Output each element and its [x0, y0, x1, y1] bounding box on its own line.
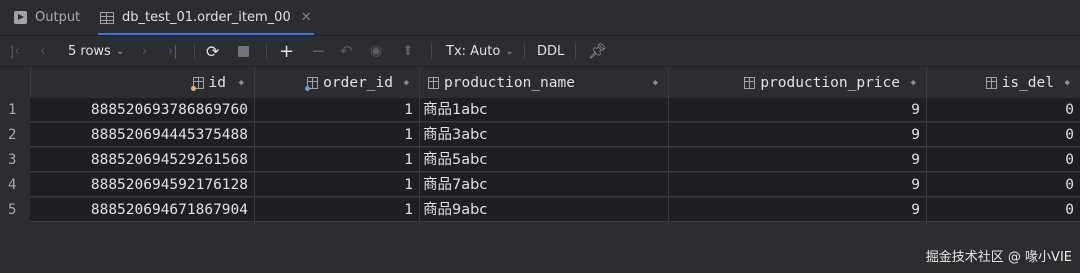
column-header-label: production_name	[444, 74, 575, 91]
cell-is-del[interactable]: 0	[927, 173, 1080, 197]
watermark-text: 掘金技术社区 @ 喙小VIE	[925, 250, 1072, 265]
cell-production-name[interactable]: 商品1abc	[420, 98, 669, 122]
first-page-icon[interactable]: |‹	[10, 36, 20, 66]
cell-id[interactable]: 888520694445375488	[30, 123, 255, 147]
chevron-down-icon: ⌄	[505, 45, 514, 57]
editor-tab-bar: Output db_test_01.order_item_00 ✕	[0, 0, 1080, 36]
row-number: 1	[8, 102, 17, 118]
cell-production-name[interactable]: 商品9abc	[420, 198, 669, 222]
cell-is-del[interactable]: 0	[927, 123, 1080, 147]
close-tab-icon[interactable]: ✕	[301, 10, 312, 25]
ddl-button[interactable]: DDL	[537, 36, 564, 66]
column-header-production-price[interactable]: production_price ◆	[669, 67, 927, 98]
column-icon	[428, 76, 439, 89]
result-toolbar: |‹ ‹ 5 rows ⌄ › ›| ⟳ + − ↶ ◉ ⬆ Tx: Auto …	[0, 36, 1080, 67]
cell-order-id[interactable]: 1	[255, 98, 420, 122]
row-number: 5	[8, 202, 17, 218]
column-icon	[744, 76, 756, 89]
indexed-column-icon	[305, 76, 319, 91]
column-header-id[interactable]: id ◆	[30, 67, 255, 98]
toolbar-separator	[266, 43, 267, 59]
table-icon	[100, 11, 114, 24]
refresh-icon[interactable]: ⟳	[206, 36, 219, 66]
cell-production-name[interactable]: 商品5abc	[420, 148, 669, 172]
sort-icon[interactable]: ◆	[653, 78, 658, 88]
stop-icon[interactable]	[238, 36, 249, 66]
column-header-label: production_price	[760, 74, 900, 91]
cell-production-price[interactable]: 9	[669, 123, 927, 147]
row-number: 2	[8, 127, 17, 143]
column-header-order-id[interactable]: order_id ◆	[255, 67, 420, 98]
cell-is-del[interactable]: 0	[927, 198, 1080, 222]
chevron-down-icon: ⌄	[115, 45, 125, 57]
next-page-icon[interactable]: ›	[142, 36, 147, 66]
table-row[interactable]: 5 888520694671867904 1 商品9abc 9 0	[0, 198, 1080, 223]
column-header-label: order_id	[323, 74, 393, 91]
cell-production-name[interactable]: 商品7abc	[420, 173, 669, 197]
cell-id[interactable]: 888520694529261568	[30, 148, 255, 172]
rows-count-dropdown[interactable]: 5 rows ⌄	[68, 36, 124, 66]
toolbar-separator	[575, 43, 576, 59]
row-number-header	[0, 67, 31, 98]
cell-production-price[interactable]: 9	[669, 173, 927, 197]
tab-table-label: db_test_01.order_item_00	[122, 10, 291, 25]
cell-order-id[interactable]: 1	[255, 173, 420, 197]
toolbar-separator	[431, 43, 432, 59]
column-header-production-name[interactable]: production_name ◆	[420, 67, 669, 98]
add-row-icon[interactable]: +	[279, 36, 294, 66]
sort-icon[interactable]: ◆	[911, 78, 916, 88]
cell-id[interactable]: 888520694592176128	[30, 173, 255, 197]
primary-key-column-icon	[190, 76, 204, 91]
transaction-mode-label: Tx: Auto	[446, 43, 501, 59]
tab-table-order-item[interactable]: db_test_01.order_item_00 ✕	[92, 0, 320, 35]
tab-output-label: Output	[35, 10, 81, 25]
cell-production-price[interactable]: 9	[669, 98, 927, 122]
table-row[interactable]: 3 888520694529261568 1 商品5abc 9 0	[0, 148, 1080, 173]
sort-icon[interactable]: ◆	[1065, 78, 1070, 88]
delete-row-icon[interactable]: −	[311, 36, 326, 66]
column-header-is-del[interactable]: is_del ◆	[927, 67, 1080, 98]
table-row[interactable]: 4 888520694592176128 1 商品7abc 9 0	[0, 173, 1080, 198]
cell-production-name[interactable]: 商品3abc	[420, 123, 669, 147]
cell-is-del[interactable]: 0	[927, 148, 1080, 172]
previous-page-icon[interactable]: ‹	[40, 36, 45, 66]
column-icon	[985, 76, 997, 89]
cell-id[interactable]: 888520694671867904	[30, 198, 255, 222]
column-header-label: is_del	[1001, 74, 1054, 91]
transaction-mode-dropdown[interactable]: Tx: Auto ⌄	[446, 36, 514, 66]
last-page-icon[interactable]: ›|	[168, 36, 178, 66]
table-row[interactable]: 2 888520694445375488 1 商品3abc 9 0	[0, 123, 1080, 148]
cell-order-id[interactable]: 1	[255, 198, 420, 222]
table-row[interactable]: 1 888520693786869760 1 商品1abc 9 0	[0, 98, 1080, 123]
cell-is-del[interactable]: 0	[927, 98, 1080, 122]
pin-icon[interactable]: 📌︎	[588, 36, 607, 66]
row-number: 3	[8, 152, 17, 168]
revert-icon[interactable]: ↶	[340, 36, 353, 66]
cell-order-id[interactable]: 1	[255, 148, 420, 172]
rows-count-label: 5 rows	[68, 43, 111, 59]
sort-icon[interactable]: ◆	[239, 78, 244, 88]
toolbar-separator	[524, 43, 525, 59]
run-console-icon	[14, 11, 27, 24]
cell-production-price[interactable]: 9	[669, 148, 927, 172]
tab-output[interactable]: Output	[14, 0, 80, 35]
submit-icon[interactable]: ⬆	[402, 36, 414, 66]
cell-order-id[interactable]: 1	[255, 123, 420, 147]
row-number: 4	[8, 177, 17, 193]
view-icon[interactable]: ◉	[370, 36, 382, 66]
cell-id[interactable]: 888520693786869760	[30, 98, 255, 122]
cell-production-price[interactable]: 9	[669, 198, 927, 222]
toolbar-separator	[194, 43, 195, 59]
sort-icon[interactable]: ◆	[404, 78, 409, 88]
column-header-label: id	[208, 74, 226, 91]
